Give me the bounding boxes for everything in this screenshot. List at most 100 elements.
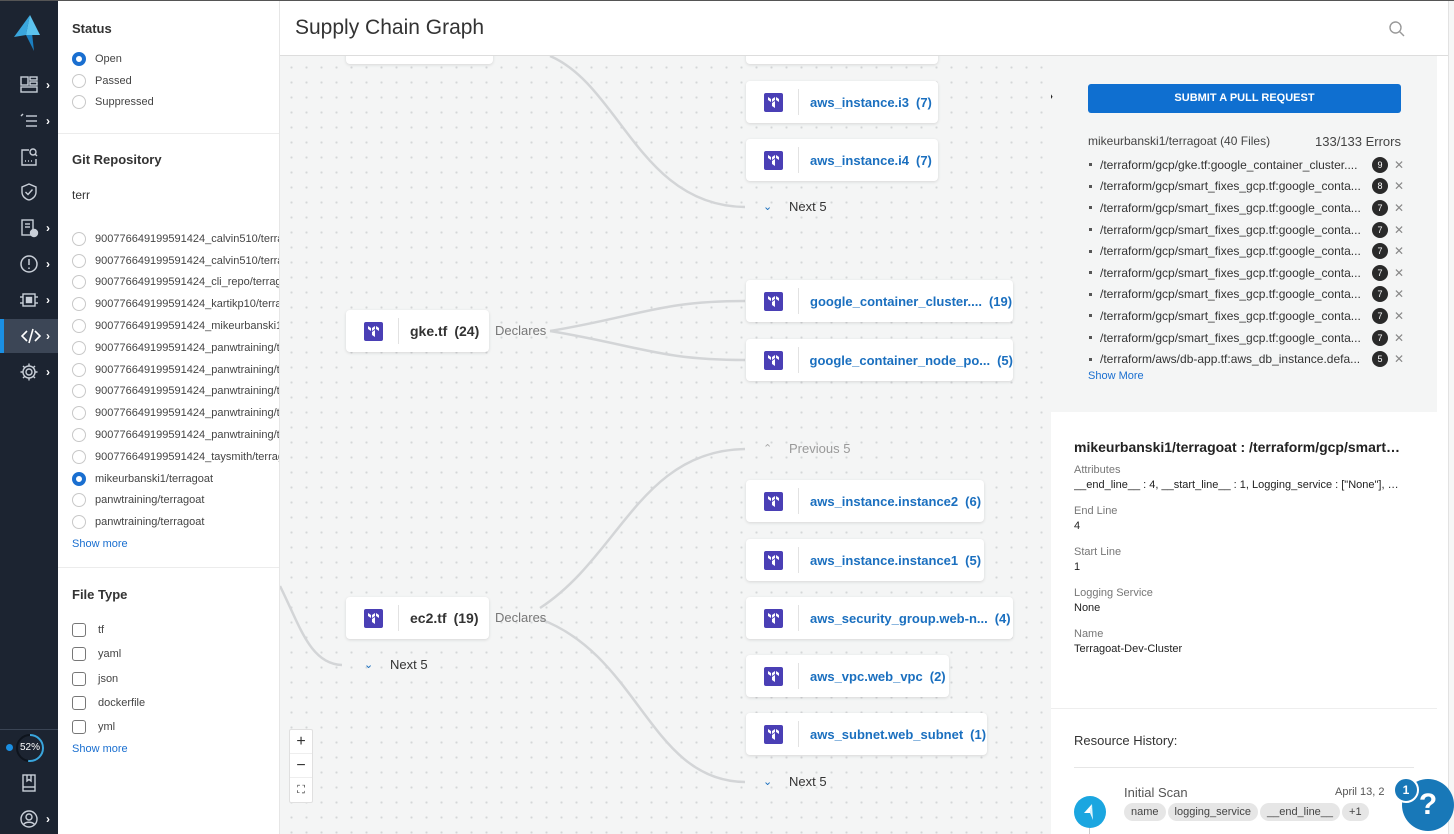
radio-button[interactable] <box>72 384 86 399</box>
checkbox[interactable] <box>72 696 86 711</box>
nav-settings[interactable]: › <box>0 355 58 389</box>
remove-icon[interactable]: ✕ <box>1394 244 1404 258</box>
repository-option[interactable]: mikeurbanski1/terragoat <box>72 468 265 490</box>
history-tag[interactable]: name <box>1124 803 1166 821</box>
radio-button[interactable] <box>72 51 86 66</box>
pr-error-item[interactable]: /terraform/gcp/smart_fixes_gcp.tf:google… <box>1088 284 1408 306</box>
radio-button[interactable] <box>72 340 86 355</box>
history-tag[interactable]: __end_line__ <box>1259 803 1341 821</box>
next-page-button[interactable]: ⌄ Next 5 <box>364 657 428 672</box>
repository-option[interactable]: 900776649199591424_calvin510/terragoat <box>72 250 279 272</box>
file-type-option[interactable]: yml <box>72 715 265 739</box>
nav-code-security[interactable]: › <box>0 319 58 353</box>
page-scrollbar[interactable] <box>1448 1 1454 834</box>
repository-option[interactable]: 900776649199591424_cli_repo/terragoat <box>72 272 279 294</box>
fit-view-button[interactable]: ⛶ <box>290 778 312 802</box>
radio-button[interactable] <box>72 493 86 508</box>
checkbox[interactable] <box>72 623 86 638</box>
radio-button[interactable] <box>72 95 86 110</box>
status-option[interactable]: Open <box>72 48 265 70</box>
remove-icon[interactable]: ✕ <box>1394 309 1404 323</box>
repository-option[interactable]: panwtraining/terragoat <box>72 511 265 533</box>
radio-button[interactable] <box>72 319 86 334</box>
checkbox[interactable] <box>72 647 86 662</box>
pr-show-more-link[interactable]: Show More <box>1088 370 1144 382</box>
repository-option[interactable]: panwtraining/terragoat <box>72 490 265 512</box>
file-type-option[interactable]: json <box>72 667 265 691</box>
radio-button[interactable] <box>72 73 86 88</box>
repository-show-more-link[interactable]: Show more <box>72 538 265 550</box>
radio-button[interactable] <box>72 449 86 464</box>
radio-button[interactable] <box>72 297 86 312</box>
file-type-show-more-link[interactable]: Show more <box>72 743 265 755</box>
repository-option[interactable]: 900776649199591424_panwtraining/terragoa… <box>72 359 279 381</box>
nav-shield[interactable] <box>0 175 58 209</box>
pr-error-item[interactable]: /terraform/aws/db-app.tf:aws_db_instance… <box>1088 348 1408 370</box>
repository-option[interactable]: 900776649199591424_panwtraining/terragoa… <box>72 337 279 359</box>
file-node-gke[interactable]: gke.tf (24) <box>346 310 489 352</box>
remove-icon[interactable]: ✕ <box>1394 266 1404 280</box>
resource-node[interactable]: aws_security_group.web-n... (4) <box>746 597 1013 639</box>
history-tag[interactable]: logging_service <box>1167 803 1258 821</box>
zoom-in-button[interactable]: + <box>290 730 312 754</box>
resource-node[interactable]: aws_instance.i4 (7) <box>746 139 938 181</box>
file-node-ec2[interactable]: ec2.tf (19) <box>346 597 489 639</box>
nav-profile[interactable]: › <box>0 802 58 834</box>
radio-button[interactable] <box>72 406 86 421</box>
graph-node-clipped[interactable] <box>746 56 938 64</box>
resource-node[interactable]: aws_subnet.web_subnet (1) <box>746 713 987 755</box>
submit-pull-request-button[interactable]: SUBMIT A PULL REQUEST <box>1088 84 1401 113</box>
radio-button[interactable] <box>72 471 86 486</box>
file-type-option[interactable]: yaml <box>72 642 265 666</box>
remove-icon[interactable]: ✕ <box>1394 158 1404 172</box>
nav-compute[interactable]: › <box>0 283 58 317</box>
pr-error-item[interactable]: /terraform/gcp/smart_fixes_gcp.tf:google… <box>1088 176 1408 198</box>
remove-icon[interactable]: ✕ <box>1394 352 1404 366</box>
resource-node[interactable]: aws_instance.i3 (7) <box>746 81 938 123</box>
nav-list[interactable]: › <box>0 104 58 138</box>
checkbox[interactable] <box>72 671 86 686</box>
repository-option[interactable]: 900776649199591424_panwtraining/terragoa… <box>72 402 279 424</box>
repository-option[interactable]: 900776649199591424_calvin510/terragoat <box>72 228 279 250</box>
remove-icon[interactable]: ✕ <box>1394 287 1404 301</box>
pr-error-item[interactable]: /terraform/gcp/smart_fixes_gcp.tf:google… <box>1088 262 1408 284</box>
nav-alerts[interactable]: › <box>0 247 58 281</box>
resource-node[interactable]: google_container_node_po... (5) <box>746 339 1013 381</box>
file-type-option[interactable]: tf <box>72 618 265 642</box>
file-type-option[interactable]: dockerfile <box>72 691 265 715</box>
app-logo-icon[interactable] <box>12 15 42 51</box>
radio-button[interactable] <box>72 362 86 377</box>
pr-error-item[interactable]: /terraform/gcp/smart_fixes_gcp.tf:google… <box>1088 219 1408 241</box>
remove-icon[interactable]: ✕ <box>1394 223 1404 237</box>
history-tag[interactable]: +1 <box>1342 803 1369 821</box>
zoom-out-button[interactable]: − <box>290 754 312 778</box>
pr-error-item[interactable]: /terraform/gcp/smart_fixes_gcp.tf:google… <box>1088 240 1408 262</box>
search-icon[interactable] <box>1388 20 1406 38</box>
pr-error-item[interactable]: /terraform/gcp/smart_fixes_gcp.tf:google… <box>1088 327 1408 349</box>
next-page-button[interactable]: ⌄ Next 5 <box>763 774 827 789</box>
repository-option[interactable]: 900776649199591424_kartikp10/terragoat <box>72 293 279 315</box>
resource-node[interactable]: aws_vpc.web_vpc (2) <box>746 655 949 697</box>
resource-node[interactable]: aws_instance.instance2 (6) <box>746 480 984 522</box>
pr-error-item[interactable]: /terraform/gcp/smart_fixes_gcp.tf:google… <box>1088 197 1408 219</box>
checkbox[interactable] <box>72 720 86 735</box>
radio-button[interactable] <box>72 275 86 290</box>
remove-icon[interactable]: ✕ <box>1394 201 1404 215</box>
status-option[interactable]: Suppressed <box>72 92 265 114</box>
status-option[interactable]: Passed <box>72 70 265 92</box>
nav-search-report[interactable] <box>0 140 58 174</box>
radio-button[interactable] <box>72 231 86 246</box>
repository-option[interactable]: 900776649199591424_mikeurbanski1/terrago… <box>72 315 279 337</box>
nav-docs[interactable] <box>0 766 58 800</box>
pr-error-item[interactable]: /terraform/gcp/gke.tf:google_container_c… <box>1088 154 1408 176</box>
previous-page-button[interactable]: ⌃ Previous 5 <box>763 441 850 456</box>
repository-option[interactable]: 900776649199591424_taysmith/terragoat <box>72 446 279 468</box>
graph-node-clipped[interactable] <box>346 56 493 64</box>
repository-search-input[interactable]: terr <box>72 188 265 228</box>
resource-node[interactable]: google_container_cluster.... (19) <box>746 280 1013 322</box>
pr-error-item[interactable]: /terraform/gcp/smart_fixes_gcp.tf:google… <box>1088 305 1408 327</box>
remove-icon[interactable]: ✕ <box>1394 179 1404 193</box>
repository-option[interactable]: 900776649199591424_panwtraining/terragoa… <box>72 424 279 446</box>
radio-button[interactable] <box>72 428 86 443</box>
collapse-panel-button[interactable]: › <box>1051 89 1063 111</box>
